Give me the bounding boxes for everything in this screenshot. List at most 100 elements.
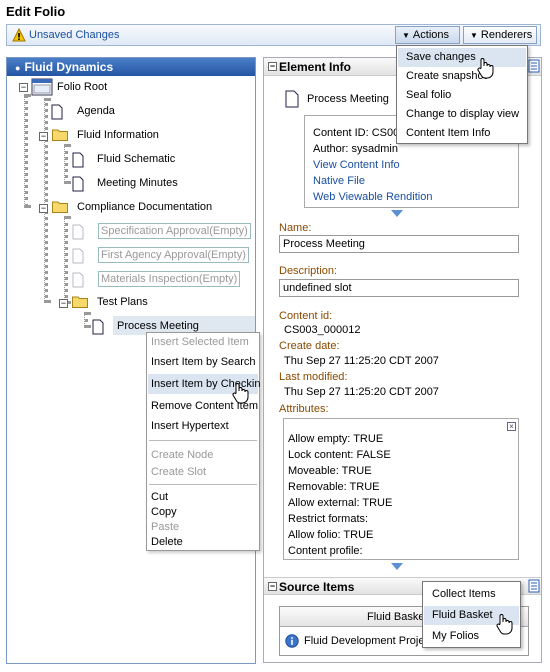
tree-node-test-plans[interactable]: Test Plans: [97, 296, 148, 308]
menu-insert-selected-item[interactable]: Insert Selected Item: [151, 336, 249, 348]
chevron-down-icon: ▼: [402, 31, 410, 40]
collapse-toggle[interactable]: −: [19, 83, 28, 92]
source-item-name: Fluid Development Proje: [304, 635, 425, 647]
renderers-menu-button[interactable]: ▼ Renderers: [463, 26, 537, 44]
menu-collect-items[interactable]: Collect Items: [424, 585, 519, 604]
unsaved-changes-link[interactable]: Unsaved Changes: [29, 29, 120, 41]
content-id-value: CS003_000012: [284, 324, 361, 336]
bullet-icon: ●: [15, 63, 21, 73]
attributes-box: × Allow empty: TRUE Lock content: FALSE …: [283, 418, 519, 560]
menu-content-item-info[interactable]: Content Item Info: [398, 124, 526, 143]
menu-cut[interactable]: Cut: [151, 491, 168, 503]
folder-open-icon: [72, 296, 88, 308]
collapse-toggle[interactable]: −: [39, 204, 48, 213]
menu-insert-hypertext[interactable]: Insert Hypertext: [151, 420, 229, 432]
tree-line: [64, 144, 68, 184]
description-field[interactable]: undefined slot: [279, 279, 519, 297]
hand-cursor-icon: [232, 383, 249, 404]
document-icon: [285, 90, 299, 108]
create-date-label: Create date:: [279, 340, 340, 352]
content-id-label: Content id:: [279, 310, 333, 322]
menu-copy[interactable]: Copy: [151, 506, 177, 518]
attribute-item: Allow empty: TRUE: [288, 433, 384, 445]
web-viewable-rendition-link[interactable]: Web Viewable Rendition: [313, 191, 432, 203]
native-file-link[interactable]: Native File: [313, 175, 365, 187]
menu-save-changes[interactable]: Save changes: [398, 48, 526, 67]
chevron-down-icon: ▼: [470, 31, 478, 40]
folder-open-icon: [52, 201, 68, 213]
tree-line: [24, 94, 28, 208]
menu-create-snapshot[interactable]: Create snapshot: [398, 67, 526, 86]
attribute-item: Content profile:: [288, 545, 363, 557]
actions-menu-button[interactable]: ▼ Actions: [395, 26, 460, 44]
tree-node-fluid-schematic[interactable]: Fluid Schematic: [97, 153, 175, 165]
name-field[interactable]: Process Meeting: [279, 235, 519, 253]
name-label: Name:: [279, 222, 312, 234]
tree-node-first-agency-approval[interactable]: First Agency Approval(Empty): [98, 247, 249, 263]
tree-node-specification-approval[interactable]: Specification Approval(Empty): [98, 223, 251, 239]
menu-delete[interactable]: Delete: [151, 536, 183, 548]
tree-node-folio-root[interactable]: Folio Root: [57, 81, 107, 93]
last-modified-label: Last modified:: [279, 371, 348, 383]
author-line: Author: sysadmin: [313, 143, 398, 155]
panel-options-icon[interactable]: [528, 579, 540, 593]
description-label: Description:: [279, 265, 338, 277]
hand-cursor-icon: [477, 58, 494, 79]
tree-node-meeting-minutes[interactable]: Meeting Minutes: [97, 177, 178, 189]
attributes-label: Attributes:: [279, 403, 329, 415]
expand-arrow-icon[interactable]: [391, 563, 403, 570]
page-title: Edit Folio: [6, 4, 66, 19]
menu-create-node[interactable]: Create Node: [151, 449, 213, 461]
close-icon[interactable]: ×: [507, 422, 516, 431]
tree-node-materials-inspection[interactable]: Materials Inspection(Empty): [98, 271, 241, 287]
attribute-item: Allow external: TRUE: [288, 497, 393, 509]
folio-toolbar: Unsaved Changes ▼ Actions ▼ Renderers: [6, 24, 541, 46]
tree-context-menu: Insert Selected Item Insert Item by Sear…: [146, 332, 260, 551]
element-item-title: Process Meeting: [307, 93, 389, 105]
collapse-toggle[interactable]: −: [268, 62, 277, 71]
element-info-title: Element Info: [279, 60, 352, 74]
hand-cursor-icon: [496, 614, 513, 635]
tree-node-agenda[interactable]: Agenda: [77, 105, 115, 117]
expand-arrow-icon[interactable]: [391, 210, 403, 217]
menu-change-to-display-view[interactable]: Change to display view: [398, 105, 526, 124]
document-icon: [72, 152, 84, 168]
warning-icon: [12, 28, 26, 42]
attribute-item: Allow folio: TRUE: [288, 529, 374, 541]
collapse-toggle[interactable]: −: [39, 132, 48, 141]
source-items-title: Source Items: [279, 580, 355, 594]
tree-line: [84, 312, 88, 328]
folder-open-icon: [52, 129, 68, 141]
document-icon: [72, 176, 84, 192]
view-content-info-link[interactable]: View Content Info: [313, 159, 400, 171]
document-icon: [72, 248, 84, 264]
document-icon: [72, 272, 84, 288]
actions-label: Actions: [412, 29, 449, 41]
tree-title: Fluid Dynamics: [24, 60, 114, 74]
tree-panel-header: ● Fluid Dynamics: [7, 58, 255, 76]
actions-dropdown-menu: Save changes Create snapshot Seal folio …: [396, 45, 528, 144]
last-modified-value: Thu Sep 27 11:25:20 CDT 2007: [284, 386, 439, 398]
create-date-value: Thu Sep 27 11:25:20 CDT 2007: [284, 355, 439, 367]
collapse-toggle[interactable]: −: [59, 299, 68, 308]
attribute-item: Removable: TRUE: [288, 481, 380, 493]
menu-separator: [149, 484, 257, 485]
panel-options-icon[interactable]: [528, 59, 540, 73]
folio-icon: [31, 78, 53, 96]
tree-line: [64, 216, 68, 304]
menu-seal-folio[interactable]: Seal folio: [398, 86, 526, 105]
info-icon: [285, 634, 299, 648]
menu-separator: [149, 440, 257, 441]
attribute-item: Restrict formats:: [288, 513, 369, 525]
tree-node-fluid-information[interactable]: Fluid Information: [77, 129, 159, 141]
tree-node-compliance-documentation[interactable]: Compliance Documentation: [77, 201, 212, 213]
menu-insert-item-by-search[interactable]: Insert Item by Search: [151, 356, 256, 368]
document-icon: [92, 319, 104, 335]
menu-paste[interactable]: Paste: [151, 521, 179, 533]
attribute-item: Moveable: TRUE: [288, 465, 372, 477]
content-id-line: Content ID: CS00: [313, 127, 400, 139]
tree-line: [44, 98, 48, 303]
collapse-toggle[interactable]: −: [268, 582, 277, 591]
column-header[interactable]: Fluid Baske: [367, 611, 424, 623]
menu-create-slot[interactable]: Create Slot: [151, 466, 206, 478]
